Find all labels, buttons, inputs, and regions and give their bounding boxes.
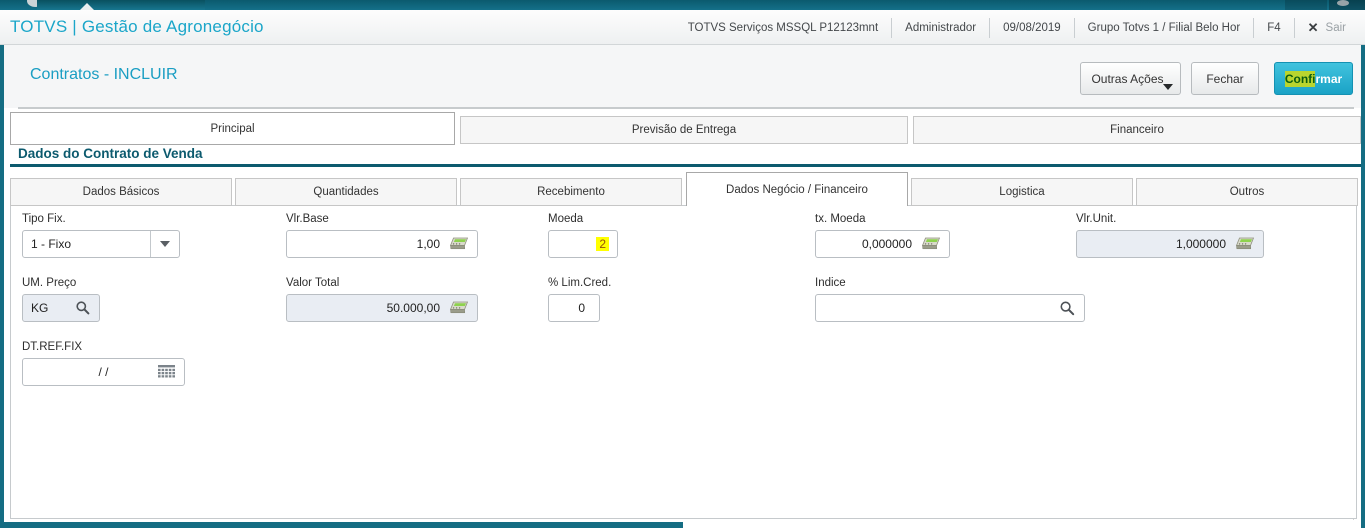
header-status-area: TOTVS Serviços MSSQL P12123mnt Administr… [675, 10, 1359, 45]
vlr-unit-label: Vlr.Unit. [1076, 213, 1117, 225]
header-bar: TOTVS | Gestão de Agronegócio TOTVS Serv… [0, 10, 1365, 45]
header-company-branch[interactable]: Grupo Totvs 1 / Filial Belo Hor [1073, 17, 1254, 38]
field-indice: Indice [815, 277, 1085, 322]
exit-label: Sair [1325, 21, 1346, 34]
search-icon[interactable] [75, 300, 91, 316]
other-actions-label: Outras Ações [1091, 71, 1164, 86]
lim-cred-value: 0 [578, 301, 585, 315]
tab-previsao-entrega[interactable]: Previsão de Entrega [460, 116, 908, 144]
tab-financeiro[interactable]: Financeiro [913, 116, 1361, 144]
header-user: Administrador [891, 17, 989, 38]
search-icon[interactable] [1059, 300, 1076, 317]
valor-total-value: 50.000,00 [386, 301, 440, 315]
close-icon[interactable]: ✕ [1308, 20, 1319, 36]
vlr-unit-value: 1,000000 [1175, 237, 1226, 251]
subtab-dados-basicos[interactable]: Dados Básicos [10, 178, 232, 206]
page-title: Contratos - INCLUIR [30, 66, 178, 83]
moeda-value-highlighted: 2 [596, 237, 609, 251]
indice-input[interactable] [815, 294, 1085, 322]
page-bottom-bar [0, 522, 683, 528]
browser-tab-segment [37, 0, 205, 10]
field-lim-cred: % Lim.Cred. 0 [548, 277, 612, 322]
field-vlr-base: Vlr.Base 1,00 [286, 213, 478, 258]
app-window: TOTVS | Gestão de Agronegócio TOTVS Serv… [0, 0, 1365, 528]
app-title: TOTVS | Gestão de Agronegócio [10, 17, 264, 36]
dt-ref-fix-input[interactable]: / / [22, 358, 185, 386]
field-tipo-fix: Tipo Fix. 1 - Fixo [22, 213, 180, 258]
tipo-fix-value: 1 - Fixo [31, 237, 72, 251]
valor-total-label: Valor Total [286, 277, 340, 289]
main-tab-strip: Principal Previsão de Entrega Financeiro [10, 112, 1361, 145]
vlr-base-label: Vlr.Base [286, 213, 329, 225]
header-server: TOTVS Serviços MSSQL P12123mnt [687, 21, 879, 34]
page-left-border [0, 45, 4, 528]
lim-cred-input[interactable]: 0 [548, 294, 600, 322]
vlr-base-value: 1,00 [416, 237, 440, 251]
calculator-icon[interactable] [1235, 237, 1255, 251]
field-moeda: Moeda 2 [548, 213, 618, 258]
tx-moeda-input[interactable]: 0,000000 [815, 230, 950, 258]
header-date: 09/08/2019 [989, 17, 1074, 38]
um-preco-input[interactable]: KG [22, 294, 100, 322]
calculator-icon[interactable] [449, 301, 469, 315]
vlr-unit-input[interactable]: 1,000000 [1076, 230, 1264, 258]
indice-label: Indice [815, 277, 846, 289]
other-actions-button[interactable]: Outras Ações [1080, 62, 1181, 95]
browser-strip [0, 0, 1365, 10]
confirm-label-rest: rmar [1315, 71, 1343, 86]
chevron-down-icon [160, 241, 170, 247]
dt-ref-fix-value: / / [98, 365, 109, 379]
um-preco-label: UM. Preço [22, 277, 77, 289]
field-valor-total: Valor Total 50.000,00 [286, 277, 478, 322]
tx-moeda-label: tx. Moeda [815, 213, 866, 225]
header-shortcut-f4[interactable]: F4 [1253, 17, 1293, 38]
title-divider [18, 107, 1354, 109]
dropdown-arrow-icon [1163, 84, 1173, 90]
section-underline [10, 164, 1361, 167]
lim-cred-label: % Lim.Cred. [548, 277, 612, 289]
browser-right-segment [1285, 0, 1327, 10]
moeda-label: Moeda [548, 213, 584, 225]
tipo-fix-dropdown-button[interactable] [150, 231, 179, 257]
moeda-input[interactable]: 2 [548, 230, 618, 258]
calculator-icon[interactable] [921, 237, 941, 251]
confirm-label-highlight: Confi [1284, 70, 1316, 87]
subtab-logistica[interactable]: Logistica [911, 178, 1133, 206]
calendar-icon[interactable] [158, 365, 176, 379]
tx-moeda-value: 0,000000 [861, 237, 912, 251]
field-tx-moeda: tx. Moeda 0,000000 [815, 213, 950, 258]
section-title: Dados do Contrato de Venda [18, 146, 203, 161]
browser-right-button-icon [1337, 0, 1349, 6]
tipo-fix-select[interactable]: 1 - Fixo [22, 230, 180, 258]
confirm-button[interactable]: Confi rmar [1274, 62, 1353, 95]
dt-ref-fix-label: DT.REF.FIX [22, 341, 83, 353]
subtab-dados-negocio-financeiro[interactable]: Dados Negócio / Financeiro [686, 172, 908, 206]
um-preco-value: KG [31, 301, 49, 315]
valor-total-input[interactable]: 50.000,00 [286, 294, 478, 322]
field-vlr-unit: Vlr.Unit. 1,000000 [1076, 213, 1264, 258]
field-um-preco: UM. Preço KG [22, 277, 100, 322]
subtab-recebimento[interactable]: Recebimento [460, 178, 682, 206]
close-button[interactable]: Fechar [1191, 62, 1259, 95]
tab-principal[interactable]: Principal [10, 112, 455, 145]
page-right-border [1361, 45, 1365, 528]
vlr-base-input[interactable]: 1,00 [286, 230, 478, 258]
tab-pointer-icon [80, 3, 94, 10]
sub-tab-strip: Dados Básicos Quantidades Recebimento Da… [10, 172, 1361, 206]
subtab-quantidades[interactable]: Quantidades [235, 178, 457, 206]
field-dt-ref-fix: DT.REF.FIX / / [22, 341, 185, 386]
tipo-fix-label: Tipo Fix. [22, 213, 66, 225]
subtab-outros[interactable]: Outros [1136, 178, 1358, 206]
exit-button[interactable]: ✕ Sair [1293, 17, 1359, 38]
calculator-icon[interactable] [449, 237, 469, 251]
